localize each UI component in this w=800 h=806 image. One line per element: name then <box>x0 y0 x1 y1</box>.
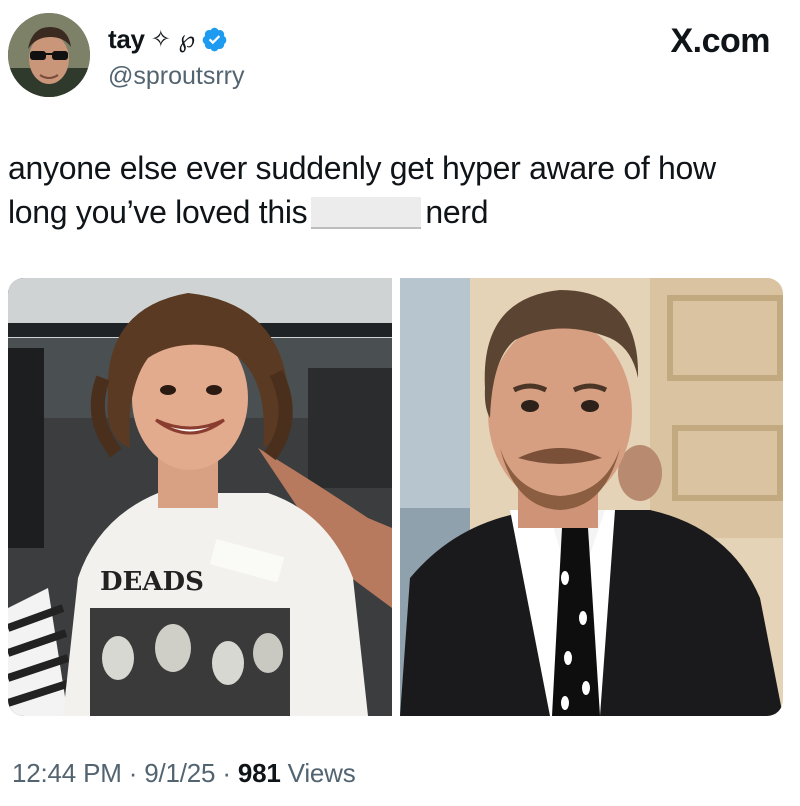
tweet-photo-left[interactable]: DEADS <box>8 278 392 716</box>
tweet-date[interactable]: 9/1/25 <box>144 758 215 788</box>
site-label: X.com <box>670 22 770 60</box>
tweet-meta: 12:44 PM · 9/1/25 · 981 Views <box>12 758 356 789</box>
redaction-block <box>311 197 422 229</box>
tweet-text-line-1: anyone else ever suddenly get hyper awar… <box>8 150 716 186</box>
meta-separator: · <box>222 758 231 788</box>
tweet-text-line-2-end: nerd <box>425 194 489 230</box>
author-handle[interactable]: @sproutsrry <box>108 62 245 91</box>
photo-man-mustache-suit-icon <box>400 278 783 716</box>
meta-separator: · <box>128 758 138 788</box>
tweet-text-line-2: long you’ve loved this nerd <box>8 190 778 234</box>
photo-young-man-curly-hair-icon: DEADS <box>8 278 392 716</box>
views-label: Views <box>287 758 356 788</box>
avatar[interactable] <box>8 13 90 97</box>
name-decoration: ✧ ℘ <box>150 25 196 53</box>
verified-badge-icon <box>202 27 227 51</box>
tweet-photo-right[interactable] <box>400 278 783 716</box>
display-name[interactable]: tay <box>108 24 145 55</box>
author-name-row[interactable]: tay ✧ ℘ <box>108 21 228 57</box>
tweet-text: anyone else ever suddenly get hyper awar… <box>8 146 778 234</box>
views-count[interactable]: 981 <box>238 758 281 788</box>
profile-photo-icon <box>8 13 90 97</box>
tweet-time[interactable]: 12:44 PM <box>12 758 122 788</box>
tweet-text-line-2-start: long you’ve loved this <box>8 194 308 230</box>
shirt-text: DEADS <box>100 567 204 597</box>
